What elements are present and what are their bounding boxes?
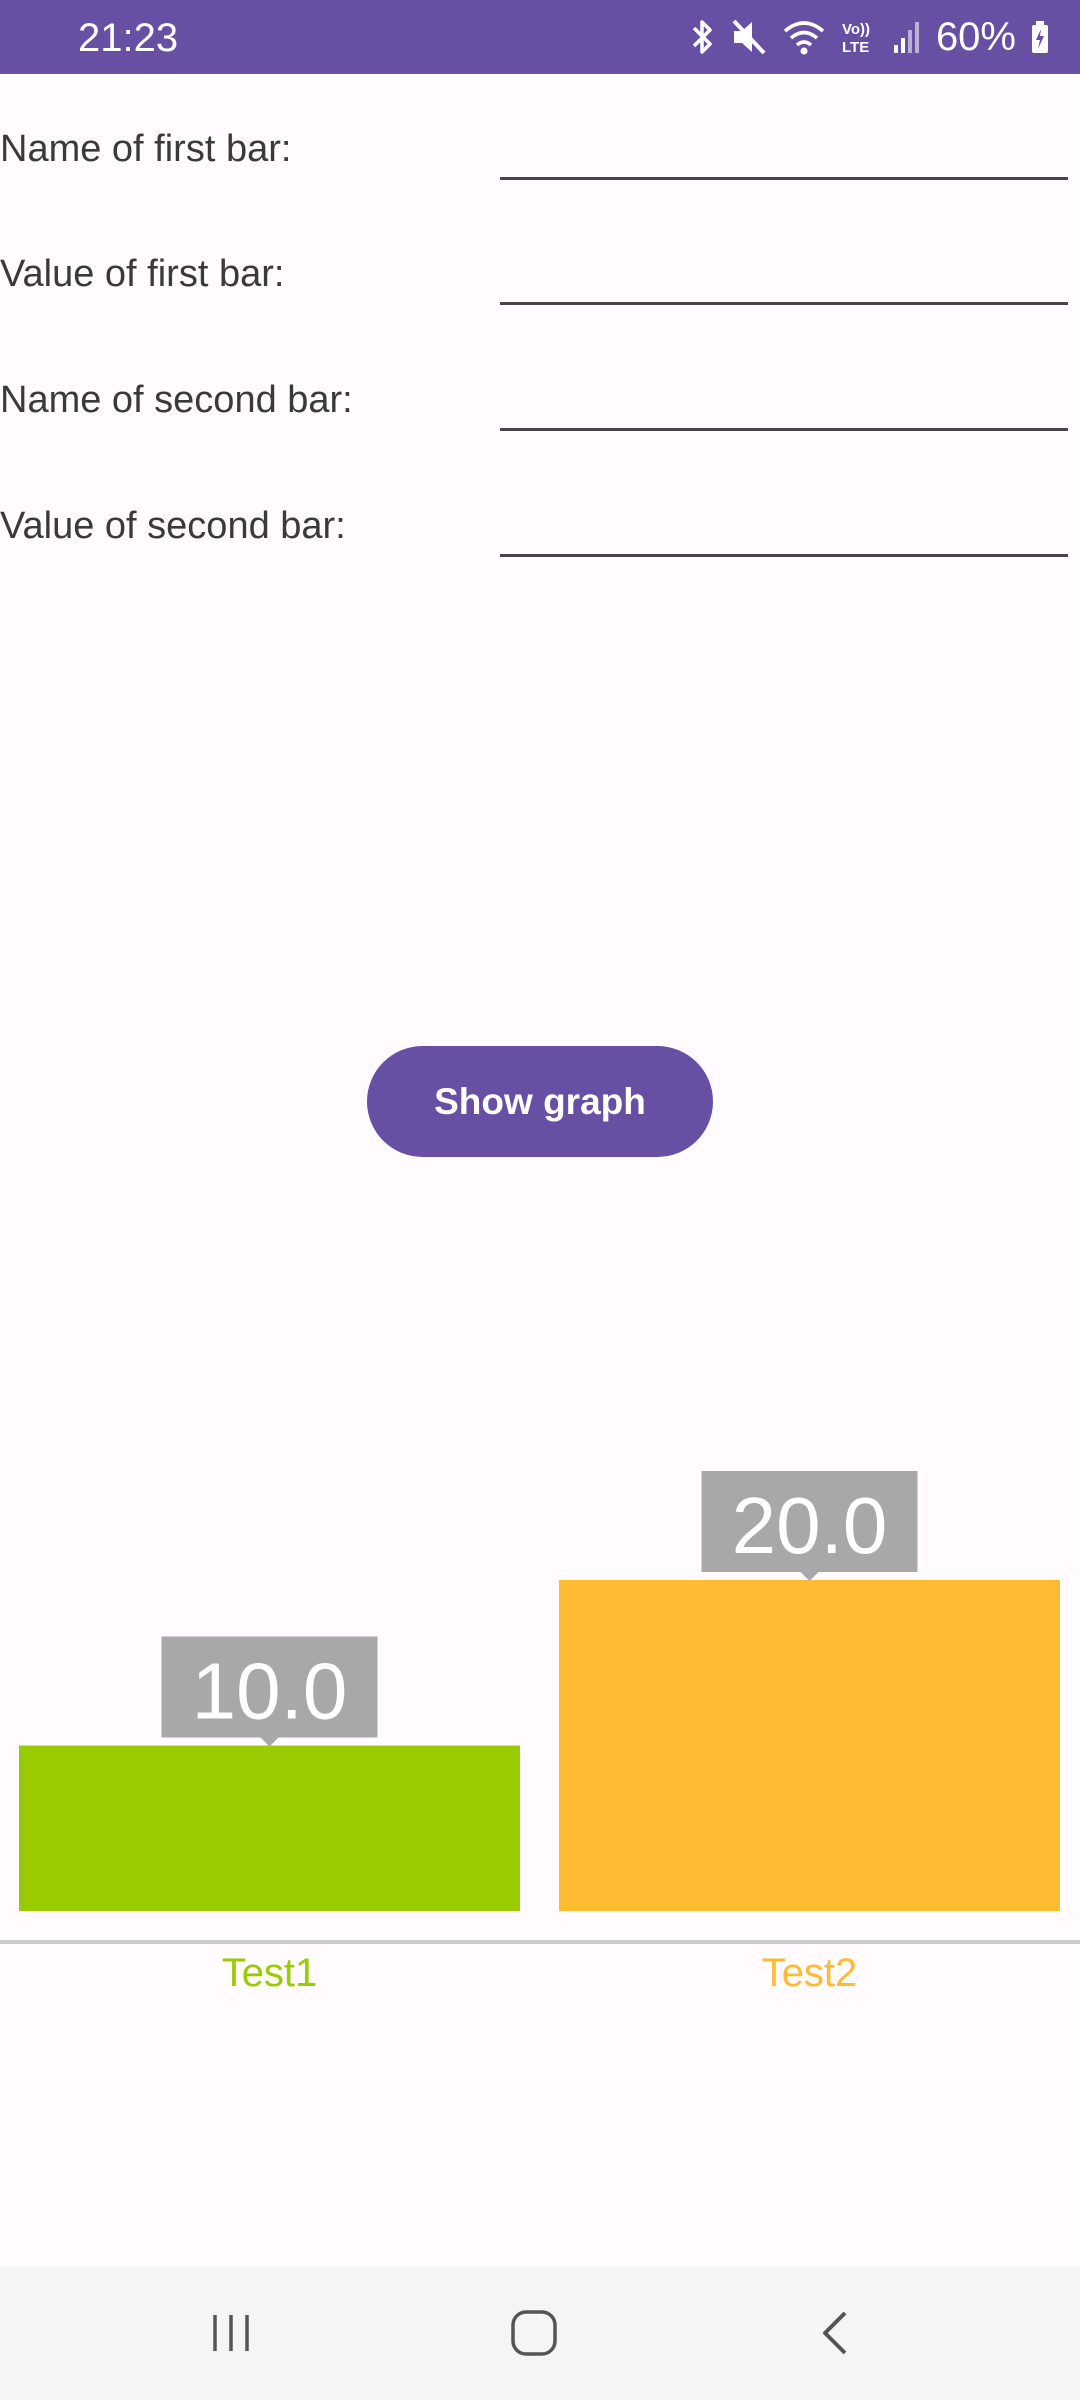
back-icon [823,2311,847,2355]
bar-test2 [559,1580,1060,1911]
show-graph-button[interactable]: Show graph [367,1046,713,1157]
second-bar-value-label: Value of second bar: [0,505,346,547]
bluetooth-icon [692,20,712,54]
first-bar-value-label: Value of first bar: [0,253,285,295]
status-icons: Vo)) LTE 60% [688,12,1050,62]
first-bar-name-input[interactable] [500,110,1068,180]
first-bar-value-input[interactable] [500,235,1068,305]
form-row-first-value: Value of first bar: [0,225,1080,325]
volte-icon: Vo)) LTE [842,21,870,56]
navigation-bar [0,2266,1080,2400]
value-label-pointer [800,1572,819,1581]
second-bar-value-input[interactable] [500,487,1068,557]
svg-text:LTE: LTE [842,39,869,56]
category-label: Test1 [222,1951,318,1995]
mute-icon [732,19,766,55]
bar-test1 [19,1745,520,1911]
first-bar-name-label: Name of first bar: [0,128,292,170]
home-icon [511,2310,557,2356]
value-label-pointer [260,1737,279,1747]
recent-apps-button[interactable] [191,2293,271,2373]
status-bar: 21:23 Vo)) LTE 60% [0,0,1080,74]
value-label: 20.0 [732,1481,888,1570]
form-row-second-value: Value of second bar: [0,477,1080,577]
wifi-icon [783,21,825,55]
svg-text:Vo)): Vo)) [842,21,870,38]
value-label: 10.0 [192,1647,348,1736]
form-row-second-name: Name of second bar: [0,351,1080,451]
battery-icon [1032,21,1048,53]
battery-percentage: 60% [935,15,1016,59]
bar-chart: 10.0 Test1 20.0 Test2 [0,1471,1080,1995]
category-label: Test2 [762,1951,858,1995]
second-bar-name-label: Name of second bar: [0,379,353,421]
back-button[interactable] [797,2293,877,2373]
second-bar-name-input[interactable] [500,361,1068,431]
recent-apps-icon [213,2315,249,2351]
status-time: 21:23 [78,16,179,60]
signal-icon [893,22,919,53]
home-button[interactable] [494,2293,574,2373]
form-row-first-name: Name of first bar: [0,100,1080,200]
